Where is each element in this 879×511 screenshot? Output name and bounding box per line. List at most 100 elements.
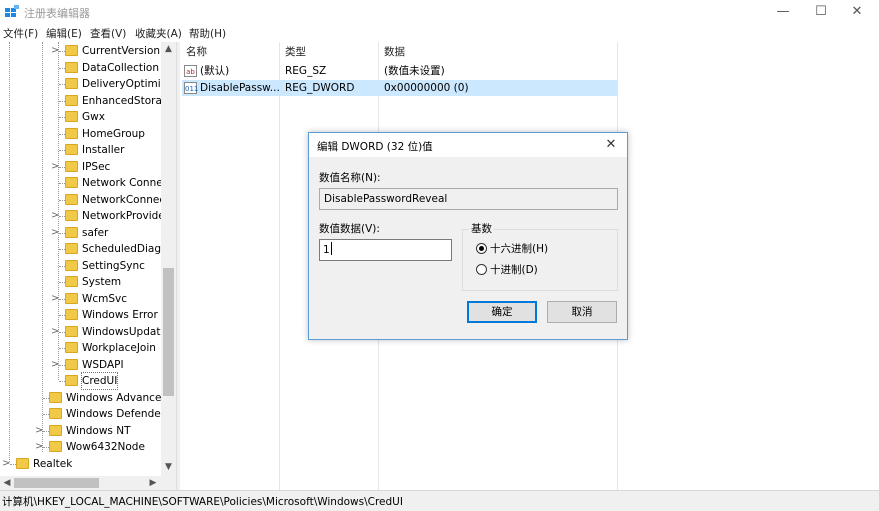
- cancel-button[interactable]: 取消: [547, 301, 617, 323]
- tree-item[interactable]: Windows Advanced: [0, 390, 176, 406]
- dialog-title-bar: 编辑 DWORD (32 位)值 ✕: [309, 133, 627, 157]
- tree-item[interactable]: > WSDAPI: [0, 357, 176, 373]
- tree-item[interactable]: Windows Defender: [0, 406, 176, 422]
- tree-item[interactable]: Network Connec: [0, 175, 176, 191]
- menu-file[interactable]: 文件(F): [3, 26, 38, 41]
- tree-horizontal-scrollbar[interactable]: ◀ ▶: [0, 476, 176, 490]
- tree-item[interactable]: > Realtek: [0, 456, 176, 472]
- tree-item-label: WSDAPI: [82, 358, 124, 371]
- tree-item[interactable]: > IPSec: [0, 159, 176, 175]
- tree-item[interactable]: Gwx: [0, 109, 176, 125]
- tree-item[interactable]: DataCollection: [0, 60, 176, 76]
- scroll-left-arrow-icon[interactable]: ◀: [0, 476, 14, 490]
- expand-chevron-icon[interactable]: >: [51, 357, 59, 373]
- tree-item-label: CredUI: [80, 372, 119, 390]
- ok-button[interactable]: 确定: [467, 301, 537, 323]
- folder-icon: [65, 375, 78, 386]
- folder-icon: [65, 276, 78, 287]
- tree-item-label: NetworkConnect: [82, 193, 170, 206]
- tree-item[interactable]: CredUI: [0, 372, 176, 390]
- expand-chevron-icon[interactable]: >: [51, 324, 59, 340]
- tree-item-label: Windows Advanced: [66, 391, 169, 404]
- tree-item[interactable]: System: [0, 274, 176, 290]
- tree-item[interactable]: > NetworkProvider: [0, 208, 176, 224]
- tree-item[interactable]: > Windows NT: [0, 423, 176, 439]
- scroll-right-arrow-icon[interactable]: ▶: [146, 476, 160, 490]
- string-value-icon: ab: [184, 65, 197, 77]
- folder-icon: [49, 441, 62, 452]
- menu-view[interactable]: 查看(V): [90, 26, 126, 41]
- value-data: 0x00000000 (0): [384, 82, 469, 94]
- minimize-button[interactable]: —: [764, 0, 802, 24]
- tree-item-label: Gwx: [82, 111, 105, 123]
- binary-value-icon: 011: [184, 82, 198, 94]
- tree-item[interactable]: Windows Error F: [0, 307, 176, 323]
- tree-item-label: safer: [82, 226, 109, 239]
- menu-edit[interactable]: 编辑(E): [46, 26, 82, 41]
- column-header-name[interactable]: 名称: [186, 44, 207, 59]
- tree-item-label: EnhancedStorag: [82, 94, 169, 107]
- scrollbar-thumb[interactable]: [163, 268, 174, 396]
- tree-item[interactable]: WorkplaceJoin: [0, 340, 176, 356]
- tree-item-label: ScheduledDiagn: [82, 243, 168, 255]
- tree-vertical-scrollbar[interactable]: ▲ ▼: [161, 42, 176, 476]
- tree-item[interactable]: ScheduledDiagn: [0, 241, 176, 257]
- radio-hexadecimal[interactable]: 十六进制(H): [476, 241, 596, 257]
- menu-favorites[interactable]: 收藏夹(A): [135, 26, 182, 41]
- column-header-data[interactable]: 数据: [384, 44, 405, 59]
- folder-icon: [65, 127, 78, 139]
- tree-item[interactable]: > Wow6432Node: [0, 439, 176, 455]
- column-header-type[interactable]: 类型: [285, 44, 306, 59]
- menu-help[interactable]: 帮助(H): [189, 26, 226, 41]
- status-bar: 计算机\HKEY_LOCAL_MACHINE\SOFTWARE\Policies…: [0, 490, 879, 511]
- scroll-down-arrow-icon[interactable]: ▼: [161, 460, 176, 474]
- tree-item[interactable]: > WcmSvc: [0, 291, 176, 307]
- tree-item-label: HomeGroup: [82, 127, 145, 140]
- radio-checked-icon: [476, 243, 487, 254]
- dialog-close-button[interactable]: ✕: [601, 135, 621, 155]
- scrollbar-thumb[interactable]: [14, 478, 99, 488]
- value-type: REG_SZ: [285, 65, 327, 77]
- expand-chevron-icon[interactable]: >: [51, 208, 59, 224]
- tree-item[interactable]: EnhancedStorag: [0, 93, 176, 109]
- tree-item[interactable]: HomeGroup: [0, 126, 176, 142]
- folder-icon: [65, 94, 78, 106]
- registry-tree[interactable]: > CurrentVersion DataCollection DeliveryOpt…: [0, 42, 176, 476]
- tree-item[interactable]: > CurrentVersion: [0, 43, 176, 59]
- value-type: REG_DWORD: [285, 82, 355, 94]
- expand-chevron-icon[interactable]: >: [51, 159, 59, 175]
- value-data-label: 数值数据(V):: [319, 223, 380, 235]
- tree-item[interactable]: SettingSync: [0, 258, 176, 274]
- tree-item-label: IPSec: [82, 160, 111, 173]
- tree-item[interactable]: > safer: [0, 225, 176, 241]
- folder-icon: [65, 226, 78, 238]
- expand-chevron-icon[interactable]: >: [51, 225, 59, 241]
- folder-icon: [49, 408, 62, 419]
- expand-chevron-icon[interactable]: >: [35, 423, 43, 439]
- tree-item-label: CurrentVersion: [82, 45, 161, 57]
- tree-item[interactable]: > WindowsUpdate: [0, 324, 176, 340]
- tree-item[interactable]: DeliveryOptimiza: [0, 76, 176, 92]
- folder-icon: [65, 177, 78, 188]
- tree-item[interactable]: NetworkConnect: [0, 192, 176, 208]
- expand-chevron-icon[interactable]: >: [51, 43, 59, 59]
- maximize-button[interactable]: ☐: [802, 0, 840, 24]
- expand-chevron-icon[interactable]: >: [35, 439, 43, 455]
- edit-dword-dialog: 编辑 DWORD (32 位)值 ✕ 数值名称(N): DisablePassw…: [308, 132, 628, 340]
- folder-icon: [65, 342, 78, 353]
- folder-icon: [65, 210, 78, 221]
- base-label: 基数: [469, 221, 494, 236]
- close-window-button[interactable]: ✕: [838, 0, 876, 24]
- value-name: (默认): [200, 65, 230, 77]
- radio-decimal[interactable]: 十进制(D): [476, 262, 596, 278]
- expand-chevron-icon[interactable]: >: [51, 291, 59, 307]
- value-name-label: 数值名称(N):: [319, 172, 381, 184]
- list-row[interactable]: 011 DisablePassw... REG_DWORD 0x00000000…: [182, 80, 618, 96]
- folder-icon: [49, 391, 62, 403]
- list-row[interactable]: ab (默认) REG_SZ (数值未设置): [182, 63, 618, 79]
- expand-chevron-icon[interactable]: >: [2, 456, 10, 472]
- tree-item[interactable]: Installer: [0, 142, 176, 158]
- value-data-input[interactable]: 1: [319, 239, 452, 261]
- scroll-up-arrow-icon[interactable]: ▲: [161, 42, 176, 56]
- folder-icon: [65, 292, 78, 304]
